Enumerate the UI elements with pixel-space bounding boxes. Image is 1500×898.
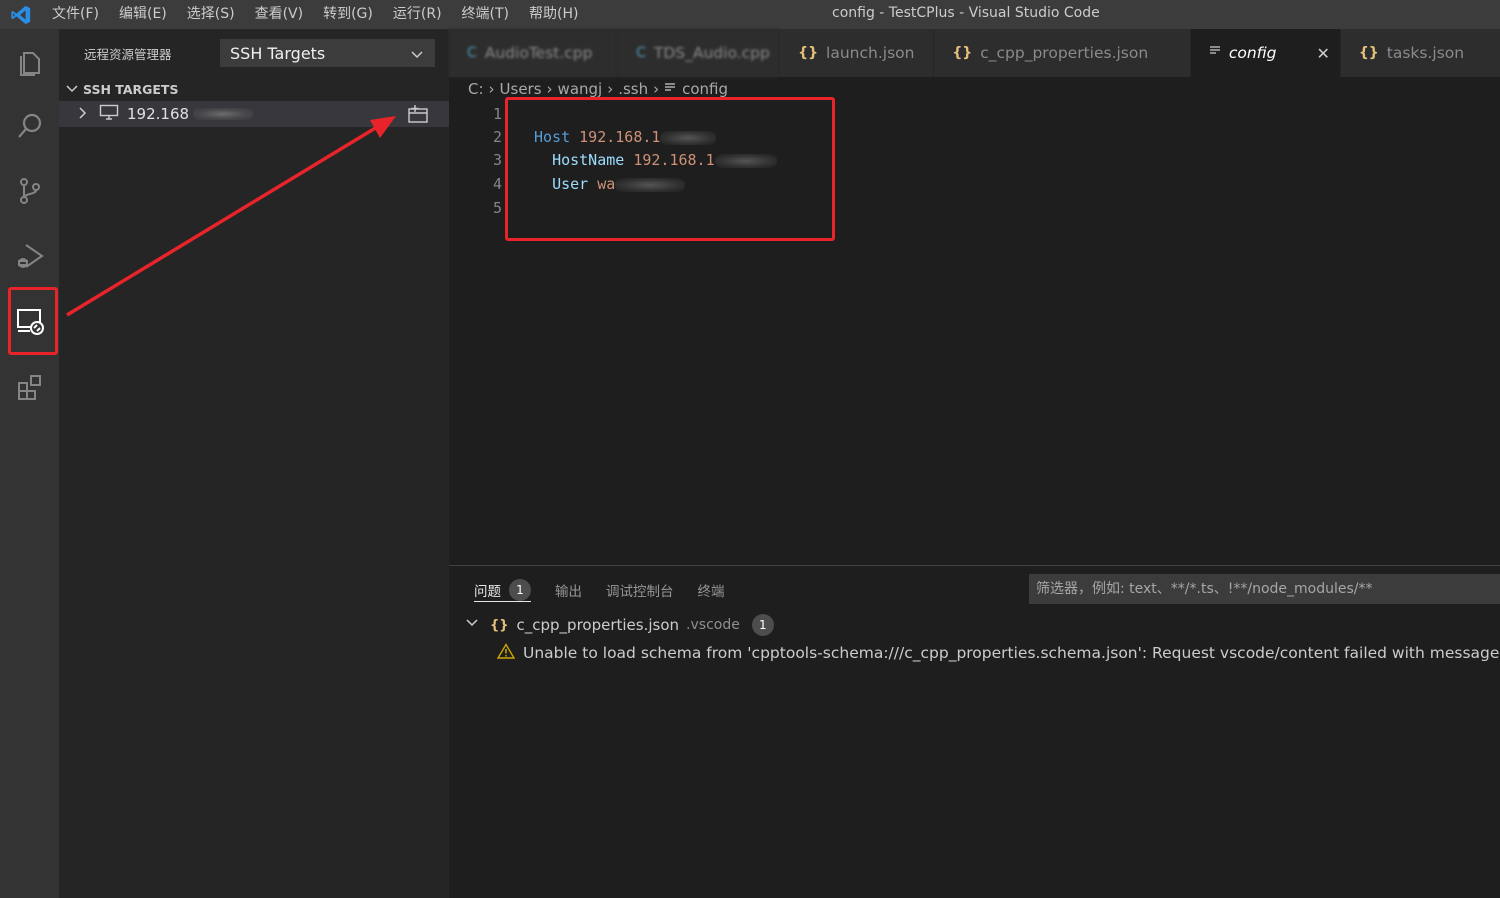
menu-run[interactable]: 运行(R) [383,0,452,29]
menu-file[interactable]: 文件(F) [42,0,109,29]
close-tab-icon[interactable]: ✕ [1317,44,1330,63]
chevron-down-icon [464,616,480,634]
text-file-icon [664,80,676,98]
line-number: 3 [492,151,502,169]
title-bar: 文件(F) 编辑(E) 选择(S) 查看(V) 转到(G) 运行(R) 终端(T… [0,0,1500,29]
line-number: 2 [492,128,502,146]
problem-message: Unable to load schema from 'cpptools-sch… [523,644,1500,662]
chevron-down-icon [65,82,83,96]
config-highlight-box [505,97,835,241]
editor-tabs: C AudioTest.cpp C TDS_Audio.cpp {} launc… [449,29,1500,77]
chevron-right-icon: › [546,80,553,98]
menu-view[interactable]: 查看(V) [245,0,314,29]
sidebar-title: 远程资源管理器 [84,46,172,62]
json-file-icon: {} [1358,45,1379,61]
tab-tds-audio[interactable]: C TDS_Audio.cpp [618,29,781,77]
files-icon[interactable] [0,33,59,91]
chevron-right-icon: › [607,80,614,98]
ssh-host-item[interactable]: 192.168 [59,101,449,127]
menu-bar: 文件(F) 编辑(E) 选择(S) 查看(V) 转到(G) 运行(R) 终端(T… [42,0,588,29]
ssh-targets-section[interactable]: SSH TARGETS [59,77,449,101]
json-file-icon: {} [952,45,973,61]
panel-tabs: 问题 1 输出 调试控制台 终端 [474,578,749,602]
chevron-right-icon: › [653,80,660,98]
tab-audiotest[interactable]: C AudioTest.cpp [449,29,619,77]
line-number: 4 [492,175,502,193]
menu-selection[interactable]: 选择(S) [177,0,245,29]
problems-count-badge: 1 [509,578,531,601]
problem-message-row[interactable]: Unable to load schema from 'cpptools-sch… [497,640,1500,666]
chevron-down-icon [410,46,424,65]
section-title: SSH TARGETS [83,81,179,97]
sidebar-header: 远程资源管理器 SSH Targets [59,29,449,77]
text-file-icon [1209,45,1221,61]
sidebar: 远程资源管理器 SSH Targets SSH TARGETS 192.168 [59,29,449,898]
ssh-host-label: 192.168 [127,105,190,123]
run-debug-icon[interactable] [0,227,59,285]
line-number: 1 [492,105,502,123]
problem-file-row[interactable]: {} c_cpp_properties.json .vscode 1 [464,612,774,638]
menu-go[interactable]: 转到(G) [313,0,383,29]
chevron-right-icon [77,105,89,124]
monitor-icon [99,104,119,124]
remote-explorer-highlight [8,287,58,355]
tab-launch-json[interactable]: {} launch.json [780,29,935,77]
vscode-logo-icon [0,0,42,29]
json-file-icon: {} [490,617,509,633]
warning-icon [497,643,516,663]
bottom-panel: 问题 1 输出 调试控制台 终端 筛选器，例如: text、**/*.ts、!*… [449,565,1500,898]
breadcrumb-item[interactable]: .ssh [618,80,648,98]
menu-terminal[interactable]: 终端(T) [452,0,519,29]
tab-terminal[interactable]: 终端 [698,578,725,602]
problem-file-name: c_cpp_properties.json [516,616,680,634]
cpp-file-icon: C [636,45,646,61]
line-number: 5 [492,199,502,217]
breadcrumb-item[interactable]: C: [468,80,484,98]
breadcrumb-item[interactable]: wangj [558,80,603,98]
breadcrumb-item[interactable]: Users [500,80,542,98]
cpp-file-icon: C [467,45,477,61]
tab-tasks-json[interactable]: {} tasks.json [1340,29,1500,77]
remote-target-select[interactable]: SSH Targets [220,39,435,67]
search-icon[interactable] [0,97,59,155]
tab-problems[interactable]: 问题 1 [474,578,531,602]
remote-target-select-value: SSH Targets [230,43,326,63]
extensions-icon[interactable] [0,358,59,416]
source-control-icon[interactable] [0,162,59,220]
tab-config[interactable]: config ✕ [1190,29,1341,77]
redaction-blur [193,108,254,120]
problems-filter-input[interactable]: 筛选器，例如: text、**/*.ts、!**/node_modules/** [1029,574,1500,604]
chevron-right-icon: › [488,80,495,98]
problem-file-count-badge: 1 [751,614,774,636]
breadcrumb-item[interactable]: config [682,80,728,98]
tab-output[interactable]: 输出 [555,578,582,602]
activity-bar [0,29,59,898]
json-file-icon: {} [798,45,819,61]
menu-edit[interactable]: 编辑(E) [109,0,177,29]
problem-file-dir: .vscode [686,617,740,633]
menu-help[interactable]: 帮助(H) [519,0,588,29]
connect-new-window-icon[interactable] [407,104,429,128]
tab-debug-console[interactable]: 调试控制台 [606,578,674,602]
tab-c-cpp-properties[interactable]: {} c_cpp_properties.json [934,29,1191,77]
